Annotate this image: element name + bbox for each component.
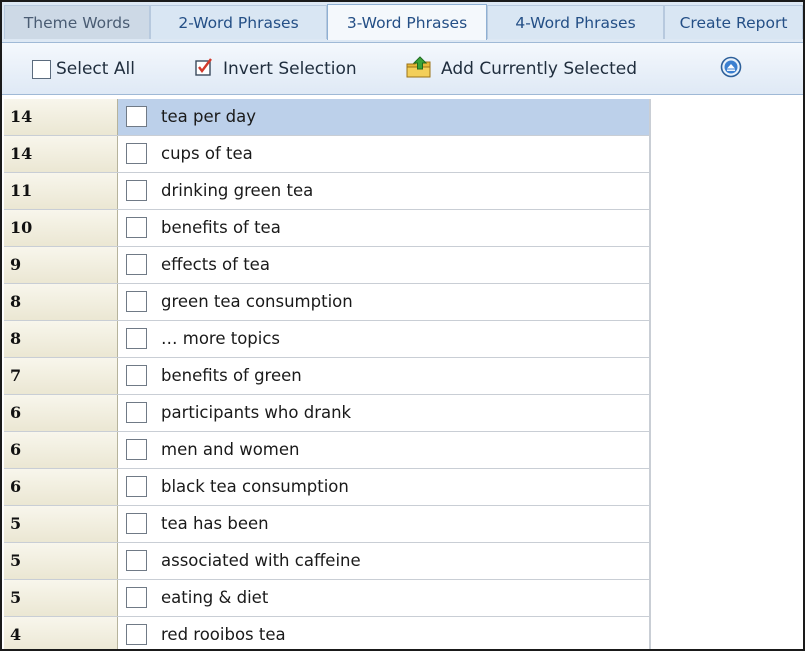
phrase-text: tea has been: [161, 514, 269, 533]
row-checkbox[interactable]: [126, 365, 147, 386]
tab-create-report[interactable]: Create Report: [664, 5, 803, 39]
phrase-table: 14 tea per day 14 cups of tea 11 drinking gre…: [4, 99, 650, 649]
row-checkbox[interactable]: [126, 402, 147, 423]
count-cell: 11: [4, 173, 118, 209]
add-currently-selected-label: Add Currently Selected: [441, 59, 638, 79]
count-cell: 14: [4, 99, 118, 135]
row-checkbox[interactable]: [126, 180, 147, 201]
tab-4-word-phrases[interactable]: 4-Word Phrases: [487, 5, 664, 39]
phrase-cell[interactable]: tea has been: [118, 506, 650, 542]
tab-3-word-phrases[interactable]: 3-Word Phrases: [327, 4, 487, 40]
row-checkbox[interactable]: [126, 513, 147, 534]
add-folder-icon: [406, 55, 432, 83]
row-checkbox[interactable]: [126, 217, 147, 238]
toolbar: Select All Invert Selection Add Currentl…: [2, 42, 803, 95]
phrase-cell[interactable]: benefits of green: [118, 358, 650, 394]
table-row[interactable]: 6 men and women: [4, 432, 650, 469]
count-cell: 6: [4, 469, 118, 505]
count-cell: 14: [4, 136, 118, 172]
table-row[interactable]: 10 benefits of tea: [4, 210, 650, 247]
count-cell: 5: [4, 580, 118, 616]
select-all-label: Select All: [56, 59, 135, 79]
phrase-text: men and women: [161, 440, 300, 459]
phrase-cell[interactable]: red rooibos tea: [118, 617, 650, 649]
count-cell: 10: [4, 210, 118, 246]
count-cell: 8: [4, 284, 118, 320]
select-all-button[interactable]: Select All: [32, 56, 135, 82]
phrase-text: drinking green tea: [161, 181, 314, 200]
table-divider: [650, 99, 651, 649]
row-checkbox[interactable]: [126, 254, 147, 275]
phrase-text: eating & diet: [161, 588, 269, 607]
count-cell: 5: [4, 543, 118, 579]
table-row[interactable]: 9 effects of tea: [4, 247, 650, 284]
phrase-cell[interactable]: tea per day: [118, 99, 650, 135]
phrase-text: associated with caffeine: [161, 551, 361, 570]
table-row[interactable]: 5 tea has been: [4, 506, 650, 543]
count-cell: 4: [4, 617, 118, 649]
row-checkbox[interactable]: [126, 328, 147, 349]
phrase-text: benefits of green: [161, 366, 302, 385]
row-checkbox[interactable]: [126, 624, 147, 645]
count-cell: 8: [4, 321, 118, 357]
phrase-text: benefits of tea: [161, 218, 281, 237]
phrase-text: … more topics: [161, 329, 281, 348]
phrase-text: tea per day: [161, 107, 256, 126]
table-row[interactable]: 14 cups of tea: [4, 136, 650, 173]
invert-selection-label: Invert Selection: [223, 59, 357, 79]
table-row[interactable]: 7 benefits of green: [4, 358, 650, 395]
count-cell: 7: [4, 358, 118, 394]
phrase-text: cups of tea: [161, 144, 253, 163]
row-checkbox[interactable]: [126, 143, 147, 164]
phrase-text: green tea consumption: [161, 292, 353, 311]
table-row[interactable]: 6 participants who drank: [4, 395, 650, 432]
count-cell: 5: [4, 506, 118, 542]
table-row[interactable]: 5 eating & diet: [4, 580, 650, 617]
collapse-up-icon: [720, 56, 742, 83]
invert-selection-button[interactable]: Invert Selection: [194, 56, 357, 82]
phrase-cell[interactable]: effects of tea: [118, 247, 650, 283]
phrase-cell[interactable]: drinking green tea: [118, 173, 650, 209]
count-cell: 6: [4, 432, 118, 468]
collapse-button[interactable]: [720, 56, 742, 82]
row-checkbox[interactable]: [126, 550, 147, 571]
phrase-text: red rooibos tea: [161, 625, 286, 644]
phrase-cell[interactable]: associated with caffeine: [118, 543, 650, 579]
phrase-cell[interactable]: black tea consumption: [118, 469, 650, 505]
count-cell: 9: [4, 247, 118, 283]
table-row[interactable]: 8 … more topics: [4, 321, 650, 358]
invert-selection-icon: [194, 57, 214, 82]
row-checkbox[interactable]: [126, 106, 147, 127]
row-checkbox[interactable]: [126, 587, 147, 608]
phrase-cell[interactable]: men and women: [118, 432, 650, 468]
table-row[interactable]: 5 associated with caffeine: [4, 543, 650, 580]
tab-theme-words[interactable]: Theme Words: [4, 5, 150, 39]
tab-bar: Theme Words 2-Word Phrases 3-Word Phrase…: [2, 2, 803, 42]
row-checkbox[interactable]: [126, 439, 147, 460]
phrase-text: participants who drank: [161, 403, 352, 422]
phrase-cell[interactable]: eating & diet: [118, 580, 650, 616]
row-checkbox[interactable]: [126, 476, 147, 497]
table-row[interactable]: 6 black tea consumption: [4, 469, 650, 506]
app-window: Theme Words 2-Word Phrases 3-Word Phrase…: [0, 0, 805, 651]
phrase-cell[interactable]: … more topics: [118, 321, 650, 357]
add-currently-selected-button[interactable]: Add Currently Selected: [406, 55, 638, 83]
row-checkbox[interactable]: [126, 291, 147, 312]
table-row[interactable]: 4 red rooibos tea: [4, 617, 650, 649]
tab-2-word-phrases[interactable]: 2-Word Phrases: [150, 5, 327, 39]
count-cell: 6: [4, 395, 118, 431]
phrase-cell[interactable]: cups of tea: [118, 136, 650, 172]
phrase-cell[interactable]: benefits of tea: [118, 210, 650, 246]
table-row[interactable]: 14 tea per day: [4, 99, 650, 136]
table-row[interactable]: 8 green tea consumption: [4, 284, 650, 321]
phrase-text: effects of tea: [161, 255, 270, 274]
table-row[interactable]: 11 drinking green tea: [4, 173, 650, 210]
select-all-checkbox[interactable]: [32, 59, 51, 79]
phrase-text: black tea consumption: [161, 477, 349, 496]
phrase-cell[interactable]: green tea consumption: [118, 284, 650, 320]
phrase-cell[interactable]: participants who drank: [118, 395, 650, 431]
